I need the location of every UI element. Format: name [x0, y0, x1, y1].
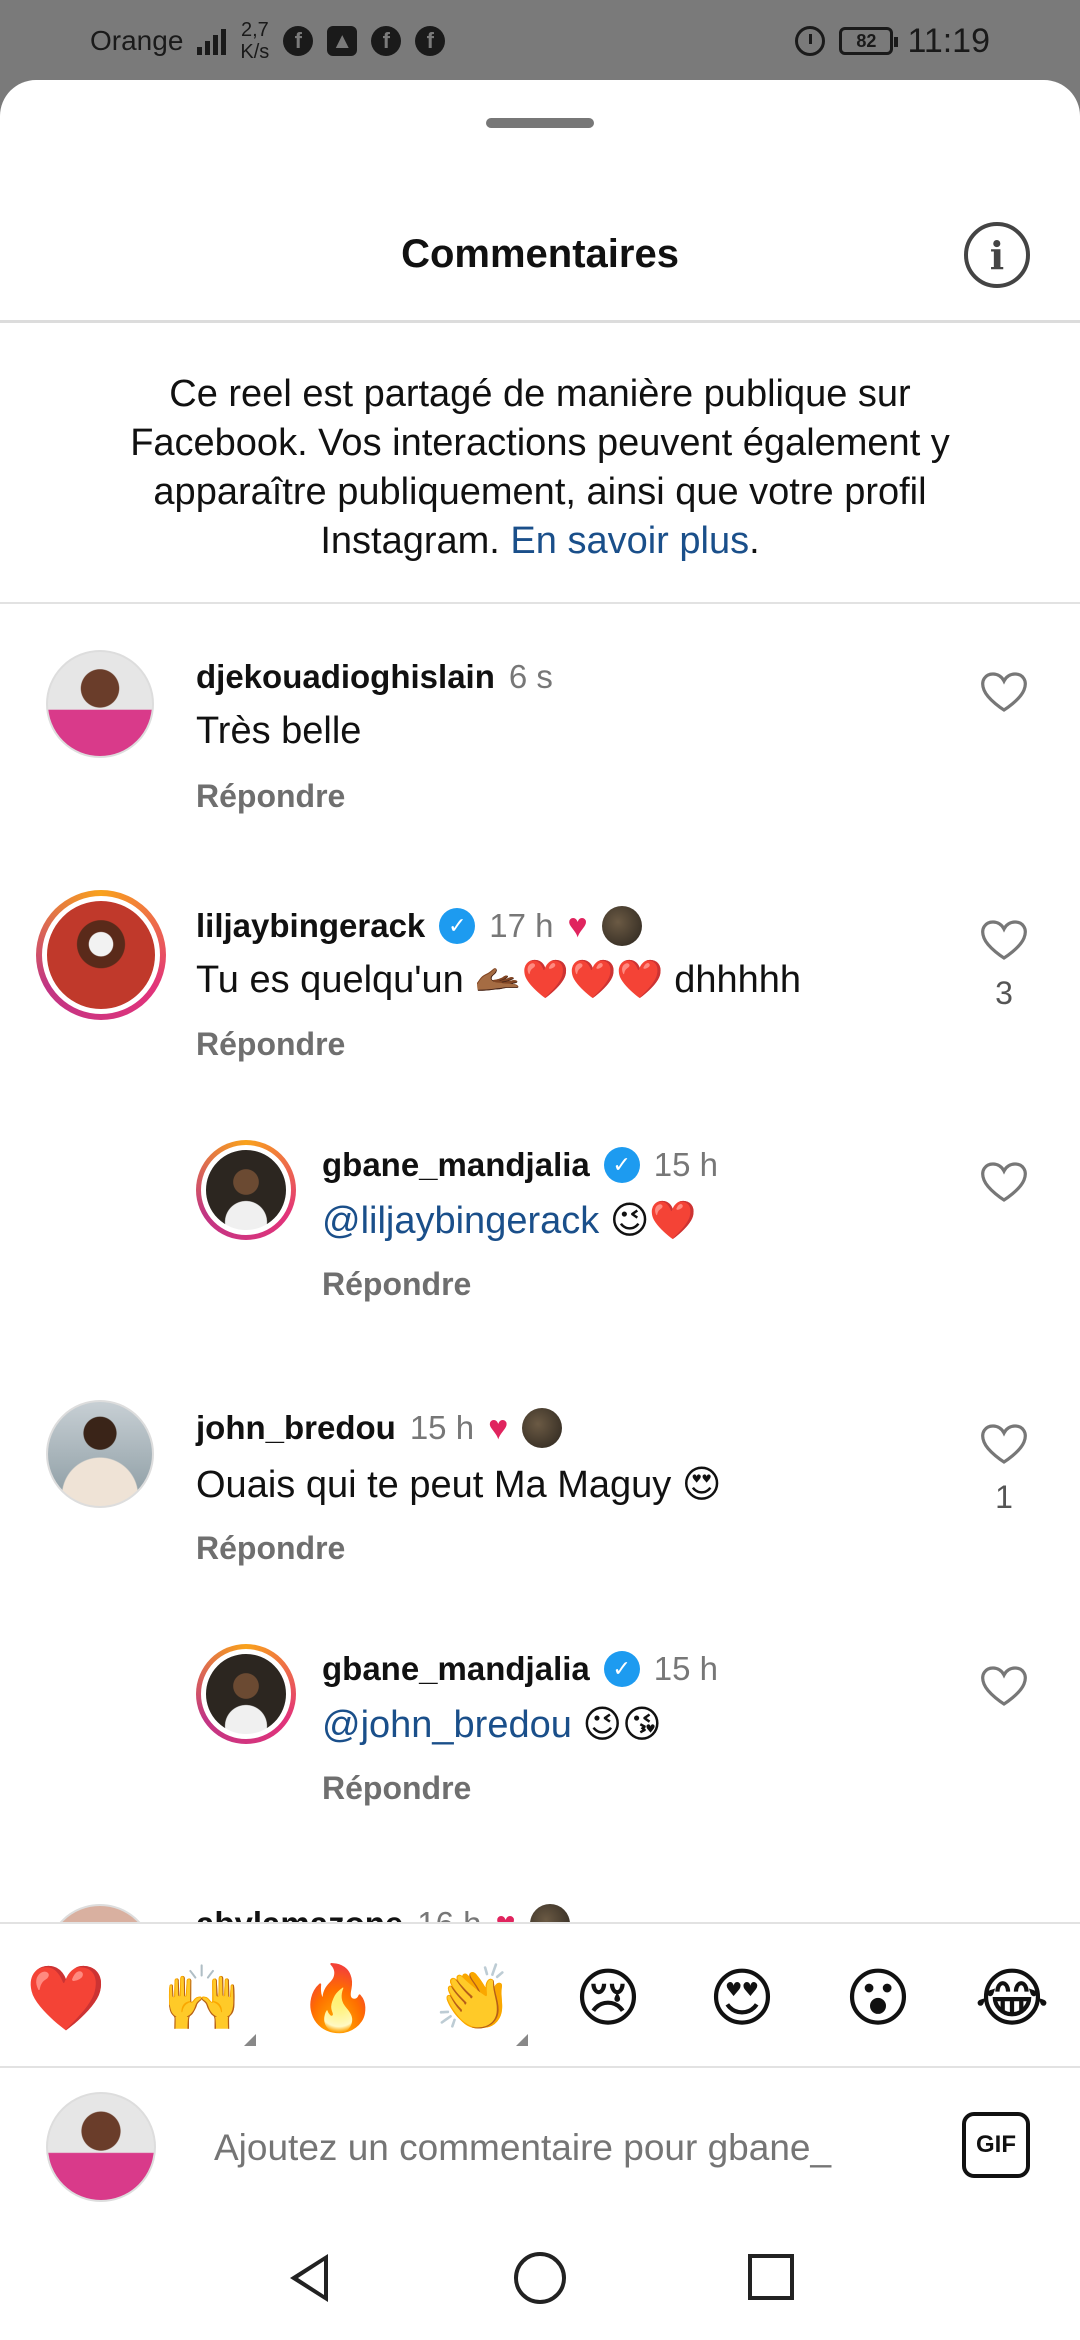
comment-text: Ouais qui te peut Ma Maguy 😍	[196, 1464, 722, 1506]
comment-input[interactable]	[214, 2118, 934, 2178]
reply-button[interactable]: Répondre	[196, 778, 345, 815]
skin-tone-indicator	[516, 2034, 528, 2046]
comments-sheet: Commentaires i Ce reel est partagé de ma…	[0, 80, 1080, 2340]
avatar[interactable]	[196, 1140, 296, 1240]
mention-link[interactable]: @john_bredou	[322, 1704, 572, 1746]
page-title: Commentaires	[401, 232, 679, 276]
comment-username[interactable]: abylamazone	[196, 1905, 403, 1922]
comment-time: 17 h	[489, 907, 554, 944]
signal-icon	[197, 27, 227, 55]
comment-time: 15 h	[653, 1650, 718, 1687]
like-button[interactable]	[974, 1664, 1034, 1713]
comment-composer: GIF	[0, 2068, 1080, 2222]
emoji-surprised-button[interactable]: 😮	[838, 1958, 918, 2038]
learn-more-link[interactable]: En savoir plus	[510, 520, 749, 562]
heart-outline-icon	[981, 1666, 1027, 1706]
heart-outline-icon	[981, 1162, 1027, 1202]
comment-emojis: 😉😘	[582, 1704, 662, 1746]
reply-button[interactable]: Répondre	[196, 1026, 345, 1063]
quick-emoji-bar: ❤️ 🙌 🔥 👏 😢 😍 😮 😂	[0, 1922, 1080, 2068]
comment-text: Tu es quelqu'un 🫴🏾❤️❤️❤️ dhhhhh	[196, 959, 801, 1001]
facebook-notification-icon: f	[371, 26, 402, 56]
comment-emojis: 😉❤️	[609, 1200, 697, 1242]
verified-badge-icon: ✓	[439, 908, 476, 944]
status-bar: Orange 2,7 K/s f ▲ f f 82 11:19	[0, 0, 1080, 82]
carrier-name: Orange	[90, 25, 184, 56]
comment-username[interactable]: djekouadioghislain	[196, 658, 495, 696]
emoji-laughing-button[interactable]: 😂	[972, 1958, 1052, 2038]
recent-apps-icon[interactable]	[748, 2254, 794, 2300]
drag-handle[interactable]	[486, 118, 594, 128]
verified-badge-icon: ✓	[603, 1651, 640, 1687]
emoji-heart-button[interactable]: ❤️	[26, 1958, 106, 2038]
clock: 11:19	[907, 21, 990, 60]
sharing-notice: Ce reel est partagé de manière publique …	[130, 373, 950, 562]
creator-avatar	[529, 1904, 570, 1922]
avatar[interactable]	[36, 890, 166, 1020]
notification-icon: ▲	[327, 26, 358, 56]
heart-outline-icon	[981, 920, 1027, 960]
comment-time: 16 h	[417, 1905, 481, 1922]
comment-username[interactable]: gbane_mandjalia	[322, 1146, 590, 1184]
heart-outline-icon	[981, 672, 1027, 712]
battery-icon: 82	[839, 27, 899, 55]
like-count: 1	[995, 1479, 1013, 1515]
divider	[0, 320, 1080, 323]
avatar[interactable]	[46, 650, 154, 758]
creator-liked-heart-icon: ♥	[567, 907, 588, 945]
divider	[0, 602, 1080, 604]
gif-button[interactable]: GIF	[962, 2112, 1030, 2178]
creator-liked-heart-icon: ♥	[488, 1409, 509, 1447]
heart-outline-icon	[981, 1424, 1027, 1464]
comment-username[interactable]: john_bredou	[196, 1409, 396, 1447]
network-speed: 2,7 K/s	[240, 19, 270, 63]
comment-item: abylamazone 16 h ♥	[0, 1904, 1080, 1922]
reply-button[interactable]: Répondre	[322, 1266, 471, 1303]
like-button[interactable]: 1	[974, 1422, 1034, 1516]
avatar	[46, 2092, 156, 2202]
creator-avatar	[601, 906, 642, 946]
comment-username[interactable]: gbane_mandjalia	[322, 1650, 590, 1688]
creator-liked-heart-icon: ♥	[495, 1907, 515, 1922]
back-icon[interactable]	[290, 2254, 328, 2302]
home-icon[interactable]	[514, 2252, 566, 2304]
avatar[interactable]	[196, 1644, 296, 1744]
emoji-clapping-button[interactable]: 👏	[434, 1958, 528, 2046]
reply-button[interactable]: Répondre	[322, 1770, 471, 1807]
facebook-notification-icon: f	[283, 26, 314, 56]
comment-text: @liljaybingerack 😉❤️	[322, 1198, 697, 1243]
verified-badge-icon: ✓	[603, 1147, 640, 1183]
creator-avatar	[522, 1408, 563, 1448]
like-button[interactable]	[974, 670, 1034, 719]
comment-username[interactable]: liljaybingerack	[196, 907, 425, 945]
info-icon[interactable]: i	[964, 222, 1030, 288]
comment-text: Très belle	[196, 710, 362, 752]
mention-link[interactable]: @liljaybingerack	[322, 1200, 599, 1242]
emoji-fire-button[interactable]: 🔥	[298, 1958, 378, 2038]
comment-time: 6 s	[508, 658, 553, 695]
alarm-icon	[795, 26, 826, 56]
system-nav-bar	[0, 2220, 1080, 2340]
facebook-notification-icon: f	[415, 26, 446, 56]
emoji-crying-button[interactable]: 😢	[568, 1958, 648, 2038]
emoji-heart-eyes-button[interactable]: 😍	[702, 1958, 782, 2038]
like-count: 3	[995, 975, 1013, 1011]
like-button[interactable]: 3	[974, 918, 1034, 1012]
reply-button[interactable]: Répondre	[196, 1530, 345, 1567]
sheet-header: Commentaires i	[0, 220, 1080, 288]
avatar[interactable]	[46, 1400, 154, 1508]
comment-time: 15 h	[409, 1409, 475, 1446]
emoji-raised-hands-button[interactable]: 🙌	[162, 1958, 256, 2046]
avatar[interactable]	[46, 1904, 154, 1922]
like-button[interactable]	[974, 1160, 1034, 1209]
comment-text: @john_bredou 😉😘	[322, 1702, 662, 1747]
comment-time: 15 h	[653, 1146, 718, 1183]
skin-tone-indicator	[244, 2034, 256, 2046]
